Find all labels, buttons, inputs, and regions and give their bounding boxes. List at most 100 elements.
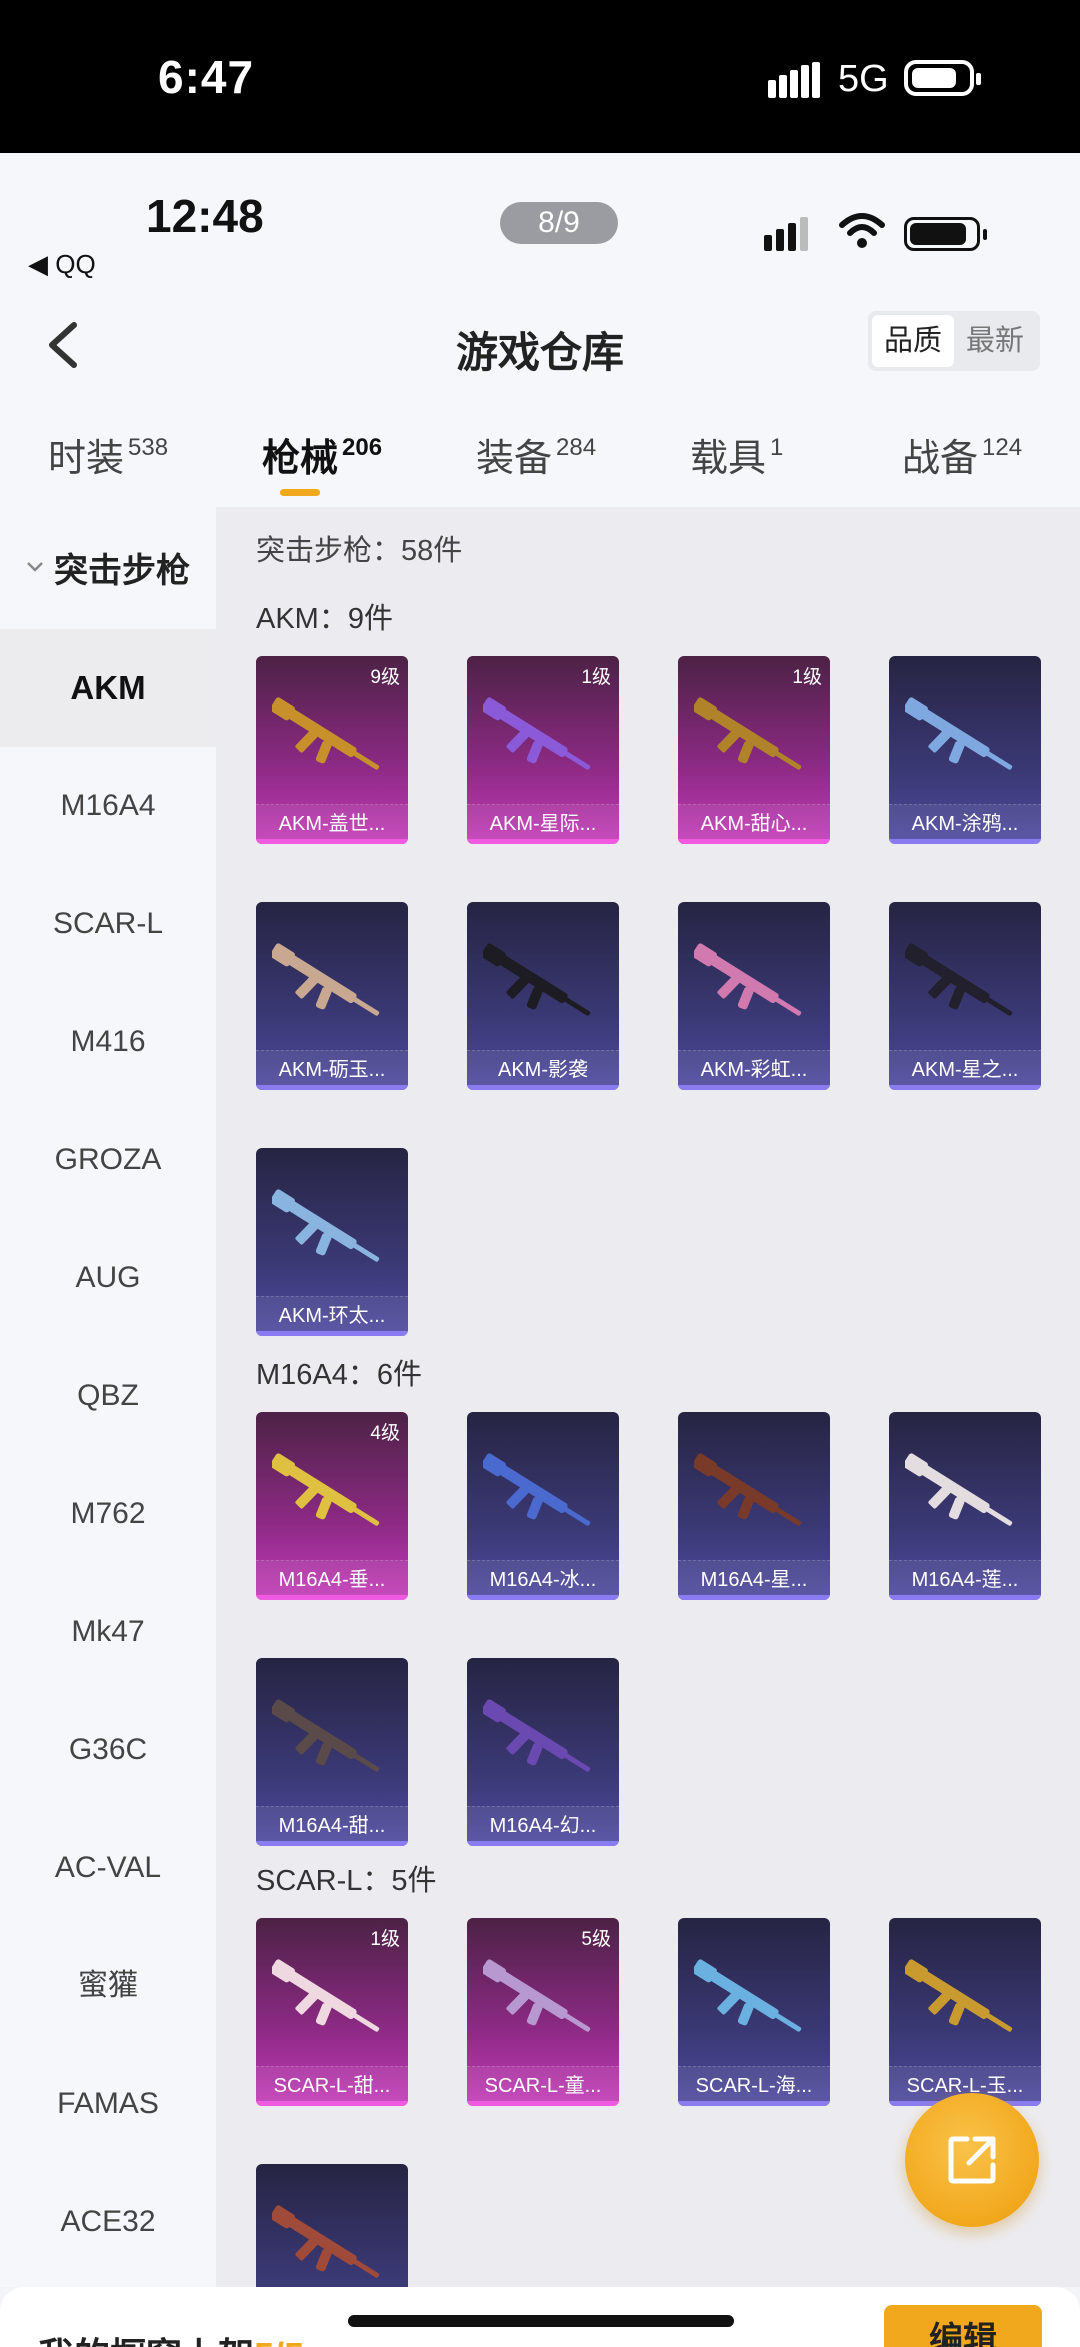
rifle-icon bbox=[905, 697, 1013, 770]
rarity-bar bbox=[678, 839, 830, 844]
sidebar-item-qbz[interactable]: QBZ bbox=[0, 1337, 216, 1455]
sidebar-item-g36c[interactable]: G36C bbox=[0, 1691, 216, 1809]
app-status-bar: 12:48 ◀ QQ 8/9 bbox=[0, 153, 1080, 293]
skin-card[interactable] bbox=[256, 2164, 408, 2287]
rarity-bar bbox=[467, 839, 619, 844]
skin-card[interactable]: 1级 SCAR-L-甜... bbox=[256, 1918, 408, 2106]
battery-icon bbox=[904, 60, 981, 96]
battery-icon bbox=[904, 217, 987, 251]
rarity-bar bbox=[678, 2101, 830, 2106]
skin-card[interactable]: 5级 SCAR-L-童... bbox=[467, 1918, 619, 2106]
rarity-bar bbox=[467, 1085, 619, 1090]
tab-label: 载具 bbox=[690, 438, 767, 480]
sort-by-newest-button[interactable]: 最新 bbox=[954, 315, 1036, 367]
rifle-icon bbox=[694, 697, 802, 770]
rifle-icon bbox=[905, 943, 1013, 1016]
tab-label: 时装 bbox=[48, 438, 125, 480]
sidebar-item-aug[interactable]: AUG bbox=[0, 1219, 216, 1337]
rifle-icon bbox=[483, 943, 591, 1016]
showcase-status: 我的橱窗上架5/5 bbox=[38, 2327, 304, 2347]
item-grid-panel: 突击步枪：58件 AKM：9件 M16A4：6件 SCAR-L：5件 9级 AKM… bbox=[216, 507, 1080, 2287]
chevron-down-icon bbox=[27, 562, 43, 572]
category-tabs: 时装 538 枪械 206 装备 284 载具 1 战备 124 bbox=[0, 403, 1080, 507]
sidebar-item-mk47[interactable]: Mk47 bbox=[0, 1573, 216, 1691]
skin-name: SCAR-L-甜... bbox=[273, 2075, 391, 2097]
skin-name: AKM-星际... bbox=[489, 813, 597, 835]
sidebar-item-akm[interactable]: AKM bbox=[0, 629, 216, 747]
skin-card[interactable]: M16A4-星... bbox=[678, 1412, 830, 1600]
sidebar-item-m16a4[interactable]: M16A4 bbox=[0, 747, 216, 865]
share-fab-button[interactable] bbox=[905, 2093, 1039, 2227]
skin-card[interactable]: AKM-涂鸦... bbox=[889, 656, 1041, 844]
level-badge: 5级 bbox=[581, 1929, 611, 1950]
skin-name: AKM-甜心... bbox=[700, 813, 808, 835]
skin-card[interactable]: M16A4-甜... bbox=[256, 1658, 408, 1846]
category-total: 突击步枪：58件 bbox=[256, 535, 463, 567]
skin-card[interactable]: AKM-砺玉... bbox=[256, 902, 408, 1090]
skin-name: AKM-环太... bbox=[278, 1305, 386, 1327]
tab-vehicles[interactable]: 载具 1 bbox=[690, 427, 783, 482]
tab-fashion[interactable]: 时装 538 bbox=[48, 427, 168, 482]
tab-label: 战备 bbox=[902, 438, 979, 480]
level-badge: 9级 bbox=[370, 667, 400, 688]
skin-card[interactable]: M16A4-幻... bbox=[467, 1658, 619, 1846]
rifle-icon bbox=[272, 1699, 380, 1772]
skin-card[interactable]: M16A4-冰... bbox=[467, 1412, 619, 1600]
rarity-bar bbox=[256, 1595, 408, 1600]
skin-card[interactable]: 1级 AKM-甜心... bbox=[678, 656, 830, 844]
skin-card[interactable]: 9级 AKM-盖世... bbox=[256, 656, 408, 844]
skin-card[interactable]: AKM-影袭 bbox=[467, 902, 619, 1090]
cellular-signal-icon bbox=[768, 62, 820, 98]
skin-card[interactable]: AKM-星之... bbox=[889, 902, 1041, 1090]
showcase-count: 5/5 bbox=[254, 2335, 304, 2347]
rifle-icon bbox=[483, 1453, 591, 1526]
skin-card[interactable]: AKM-环太... bbox=[256, 1148, 408, 1336]
sidebar-item-scar-l[interactable]: SCAR-L bbox=[0, 865, 216, 983]
rifle-icon bbox=[272, 697, 380, 770]
tab-count: 206 bbox=[342, 434, 383, 461]
back-to-app-link[interactable]: ◀ QQ bbox=[28, 249, 96, 280]
tab-supplies[interactable]: 战备 124 bbox=[902, 427, 1022, 482]
rarity-bar bbox=[467, 1841, 619, 1846]
skin-card[interactable]: M16A4-莲... bbox=[889, 1412, 1041, 1600]
skin-card[interactable]: 1级 AKM-星际... bbox=[467, 656, 619, 844]
group-title-m16a4: M16A4：6件 bbox=[256, 1359, 423, 1391]
sidebar-item-famas[interactable]: FAMAS bbox=[0, 2045, 216, 2163]
share-external-icon bbox=[948, 2136, 996, 2184]
sidebar-category-header[interactable]: 突击步枪 bbox=[0, 507, 216, 627]
skin-card[interactable]: 4级 M16A4-垂... bbox=[256, 1412, 408, 1600]
sidebar-item-m762[interactable]: M762 bbox=[0, 1455, 216, 1573]
skin-card[interactable]: AKM-彩虹... bbox=[678, 902, 830, 1090]
rifle-icon bbox=[483, 697, 591, 770]
sort-toggle: 品质 最新 bbox=[868, 311, 1040, 371]
skin-name: AKM-涂鸦... bbox=[911, 813, 1019, 835]
rifle-icon bbox=[483, 1699, 591, 1772]
rifle-icon bbox=[694, 1959, 802, 2032]
showcase-label: 我的橱窗上架 bbox=[38, 2335, 254, 2347]
tab-guns[interactable]: 枪械 206 bbox=[262, 427, 382, 482]
rifle-icon bbox=[272, 2205, 380, 2278]
sidebar-item-groza[interactable]: GROZA bbox=[0, 1101, 216, 1219]
sidebar-category-label: 突击步枪 bbox=[54, 551, 190, 590]
rifle-icon bbox=[483, 1959, 591, 2032]
wifi-icon bbox=[839, 213, 885, 248]
rarity-bar bbox=[678, 1595, 830, 1600]
skin-card[interactable]: SCAR-L-玉... bbox=[889, 1918, 1041, 2106]
skin-card[interactable]: SCAR-L-海... bbox=[678, 1918, 830, 2106]
rifle-icon bbox=[905, 1959, 1013, 2032]
sidebar-item-m416[interactable]: M416 bbox=[0, 983, 216, 1101]
rifle-icon bbox=[272, 1453, 380, 1526]
active-tab-indicator bbox=[280, 489, 320, 496]
sidebar-item-ac-val[interactable]: AC-VAL bbox=[0, 1809, 216, 1927]
level-badge: 4级 bbox=[370, 1423, 400, 1444]
edit-showcase-button[interactable]: 编辑 bbox=[884, 2305, 1042, 2347]
rarity-bar bbox=[256, 1085, 408, 1090]
tab-equipment[interactable]: 装备 284 bbox=[476, 427, 596, 482]
rarity-bar bbox=[889, 1085, 1041, 1090]
system-clock: 6:47 bbox=[158, 51, 255, 103]
rifle-icon bbox=[272, 1959, 380, 2032]
sort-by-quality-button[interactable]: 品质 bbox=[872, 315, 954, 367]
sidebar-item-ace32[interactable]: ACE32 bbox=[0, 2163, 216, 2281]
app-clock: 12:48 bbox=[146, 190, 264, 242]
sidebar-item-蜜獾[interactable]: 蜜獾 bbox=[0, 1927, 216, 2045]
